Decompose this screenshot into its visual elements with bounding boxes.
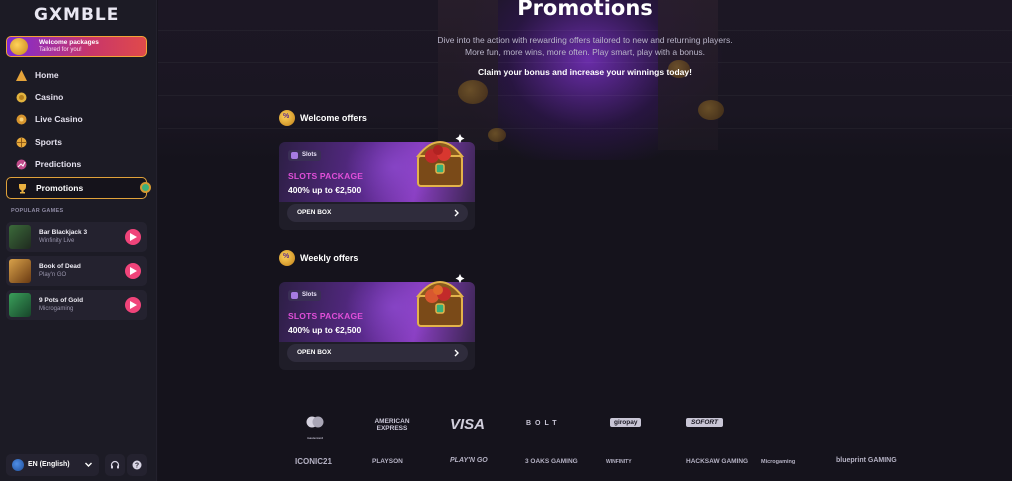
question-icon: ? [132, 460, 142, 470]
active-indicator-dot [140, 182, 151, 193]
open-box-button[interactable]: OPEN BOX [287, 344, 468, 362]
game-thumbnail [9, 225, 31, 249]
iconic21-logo: ICONIC21 [295, 457, 332, 466]
blueprint-logo: blueprint GAMING [836, 457, 897, 464]
play-icon [130, 267, 137, 275]
page-title: Promotions [517, 0, 653, 20]
chips-icon [16, 114, 27, 125]
game-provider: Winfinity Live [39, 238, 75, 244]
language-selector[interactable]: EN (English) [6, 454, 99, 476]
treasure-chest-icon [415, 274, 465, 327]
page-subtitle-line1: Dive into the action with rewarding offe… [437, 35, 733, 45]
sidebar-item-label: Live Casino [35, 114, 83, 124]
game-thumbnail [9, 293, 31, 317]
open-box-label: OPEN BOX [297, 349, 332, 356]
play-icon [130, 301, 137, 309]
play-icon [130, 233, 137, 241]
section-title: Weekly offers [300, 253, 359, 263]
game-name: Bar Blackjack 3 [39, 229, 88, 236]
hero-background [158, 0, 1012, 160]
treasure-chest-icon [415, 134, 465, 187]
package-title: SLOTS PACKAGE [288, 311, 364, 321]
category-tag: Slots [288, 290, 321, 301]
help-button[interactable]: ? [127, 454, 147, 476]
sidebar: GXMBLE Welcome packages Tailored for you… [0, 0, 157, 481]
category-tag: Slots [288, 150, 321, 161]
headset-icon [110, 460, 120, 469]
chart-icon [16, 159, 27, 170]
sofort-logo: SOFORT [686, 418, 723, 427]
brand-logo[interactable]: GXMBLE [34, 5, 119, 25]
giropay-logo: giropay [610, 418, 642, 427]
microgaming-logo: Microgaming [761, 459, 796, 465]
claim-bonus-text: Claim your bonus and increase your winni… [478, 67, 692, 77]
chevron-down-icon [85, 462, 92, 467]
amex-logo: AMERICAN EXPRESS [374, 418, 410, 432]
game-provider: Play'n GO [39, 272, 67, 278]
welcome-banner-title: Welcome packages [39, 39, 99, 46]
popular-game-item[interactable]: 9 Pots of Gold Microgaming [6, 290, 147, 320]
sidebar-item-sports[interactable]: Sports [6, 134, 147, 152]
sidebar-item-live-casino[interactable]: Live Casino [6, 111, 147, 129]
chevron-right-icon [454, 209, 459, 217]
sidebar-item-label: Casino [35, 92, 64, 102]
package-amount: 400% up to €2,500 [288, 325, 362, 335]
mastercard-logo: mastercard [304, 416, 326, 440]
winfinity-logo: WINFINITY [606, 459, 632, 465]
globe-icon [12, 459, 24, 471]
percent-badge-icon: % [279, 110, 295, 126]
3oaks-logo: 3 OAKS GAMING [525, 458, 578, 465]
open-box-label: OPEN BOX [297, 209, 332, 216]
sidebar-item-home[interactable]: Home [6, 67, 147, 85]
game-thumbnail [9, 259, 31, 283]
bolt-logo: BOLT [526, 420, 561, 427]
game-name: Book of Dead [39, 263, 81, 270]
trophy-icon [19, 184, 26, 194]
welcome-banner-subtitle: Tailored for you! [39, 47, 82, 53]
popular-game-item[interactable]: Book of Dead Play'n GO [6, 256, 147, 286]
svg-text:?: ? [135, 463, 139, 470]
play-button[interactable] [125, 229, 141, 245]
chevron-right-icon [454, 349, 459, 357]
coins-icon [16, 92, 27, 103]
sidebar-item-predictions[interactable]: Predictions [6, 156, 147, 174]
pyramid-icon [16, 70, 27, 81]
package-amount: 400% up to €2,500 [288, 185, 362, 195]
main-content: Promotions Dive into the action with rew… [158, 0, 1012, 481]
ball-icon [16, 137, 27, 148]
page-subtitle-line2: More fun, more wins, more often. Play sm… [465, 47, 705, 57]
treasure-icon [10, 38, 28, 55]
playngo-logo: PLAY'N GO [450, 457, 488, 464]
language-label: EN (English) [28, 461, 70, 468]
popular-games-heading: POPULAR GAMES [11, 208, 64, 214]
support-button[interactable] [105, 454, 125, 476]
sidebar-item-promotions[interactable]: Promotions [6, 177, 151, 199]
open-box-button[interactable]: OPEN BOX [287, 204, 468, 222]
game-provider: Microgaming [39, 306, 74, 312]
game-name: 9 Pots of Gold [39, 297, 84, 304]
sidebar-item-label: Sports [35, 137, 62, 147]
popular-game-item[interactable]: Bar Blackjack 3 Winfinity Live [6, 222, 147, 252]
sidebar-item-label: Predictions [35, 159, 82, 169]
playson-logo: PLAYSON [372, 458, 403, 465]
visa-logo: VISA [450, 416, 486, 433]
play-button[interactable] [125, 263, 141, 279]
play-button[interactable] [125, 297, 141, 313]
promo-card[interactable]: Slots SLOTS PACKAGE 400% up to €2,500 OP… [279, 274, 475, 370]
package-title: SLOTS PACKAGE [288, 171, 364, 181]
percent-badge-icon: % [279, 250, 295, 266]
sidebar-item-label: Home [35, 70, 59, 80]
promo-card[interactable]: Slots SLOTS PACKAGE 400% up to €2,500 OP… [279, 134, 475, 230]
sidebar-item-casino[interactable]: Casino [6, 89, 147, 107]
section-title: Welcome offers [300, 113, 367, 123]
sidebar-item-label: Promotions [36, 183, 84, 193]
hacksaw-logo: HACKSAW GAMING [686, 458, 749, 465]
welcome-packages-banner[interactable]: Welcome packages Tailored for you! [6, 36, 147, 57]
